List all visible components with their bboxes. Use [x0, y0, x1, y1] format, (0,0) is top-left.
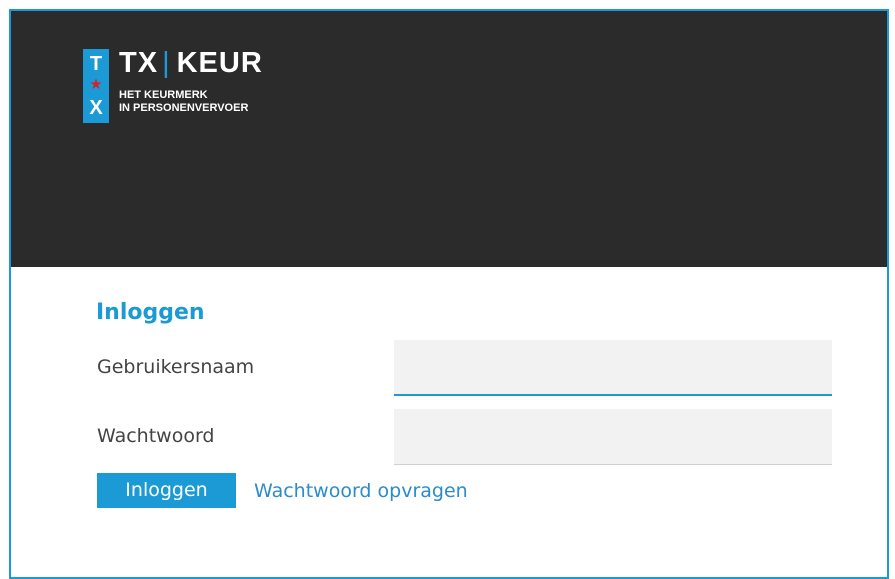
logo-badge: T ★ X	[83, 49, 109, 123]
forgot-password-link[interactable]: Wachtwoord opvragen	[254, 479, 468, 503]
logo-badge-t: T	[89, 53, 103, 75]
login-window: T ★ X TX | KEUR HET KEURMERK IN PERSONENVE…	[9, 9, 889, 579]
logo-word-left: TX	[119, 47, 159, 79]
star-icon: ★	[89, 75, 103, 93]
username-label: Gebruikersnaam	[97, 356, 255, 378]
password-label: Wachtwoord	[97, 425, 215, 447]
logo-word-right: KEUR	[176, 47, 263, 79]
header-banner: T ★ X TX | KEUR HET KEURMERK IN PERSONENVE…	[11, 11, 887, 267]
login-button[interactable]: Inloggen	[97, 473, 236, 508]
username-input[interactable]	[394, 340, 832, 396]
password-input[interactable]	[394, 409, 832, 465]
login-title: Inloggen	[96, 300, 205, 325]
logo-tagline-line1: HET KEURMERK	[119, 89, 208, 101]
logo-tagline-line2: IN PERSONENVERVOER	[119, 102, 249, 114]
logo-badge-x: X	[89, 97, 103, 119]
logo-wordmark: TX | KEUR	[119, 47, 263, 79]
logo-divider: |	[162, 47, 171, 79]
logo-tagline: HET KEURMERK IN PERSONENVERVOER	[119, 89, 248, 115]
